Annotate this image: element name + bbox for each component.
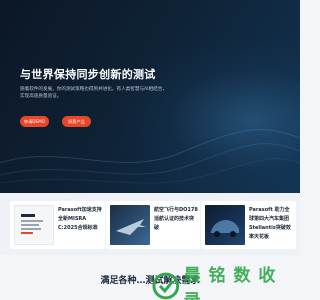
hero-banner: 与世界保持同步创新的测试 随着软件的发展，你的测试策略也得到并进化。有人类智慧与…: [0, 0, 300, 193]
airplane-icon: [116, 219, 146, 235]
card-thumbnail: [14, 205, 54, 245]
card-thumbnail: [110, 205, 150, 245]
card-thumbnail: [205, 205, 245, 245]
news-card[interactable]: 航空飞行与DO178适航认证的技术突破: [106, 201, 200, 249]
card-title: Parasoft加速支持全新MISRA C:2025合规标准: [58, 207, 102, 231]
watermark-text: 晨 铭 数 收 录: [183, 266, 277, 300]
news-cards: Parasoft加速支持全新MISRA C:2025合规标准 航空飞行与DO17…: [0, 193, 300, 255]
request-demo-button[interactable]: 申请DEMO: [20, 116, 49, 127]
watermark: 晨 铭 数 收 录: [152, 261, 300, 300]
hero-title: 与世界保持同步创新的测试: [20, 68, 156, 81]
page: 与世界保持同步创新的测试 随着软件的发展，你的测试策略也得到并进化。有人类智慧与…: [0, 0, 300, 300]
card-title: 航空飞行与DO178适航认证的技术突破: [154, 207, 198, 231]
news-card[interactable]: Parasoft加速支持全新MISRA C:2025合规标准: [10, 201, 105, 249]
document-icon: [21, 214, 43, 234]
hero-description: 随着软件的发展，你的测试策略也得到并进化。有人类智慧与AI相结合，实现高速质量验…: [20, 87, 167, 99]
news-card[interactable]: Parasoft 助力全球第四大汽车集团Stellantis突破效率天花板: [201, 201, 296, 249]
card-title: Parasoft 助力全球第四大汽车集团Stellantis突破效率天花板: [249, 207, 291, 240]
watermark-logo-icon: [152, 272, 180, 300]
explore-products-button[interactable]: 探索产品: [62, 116, 91, 127]
car-icon: [211, 220, 239, 237]
